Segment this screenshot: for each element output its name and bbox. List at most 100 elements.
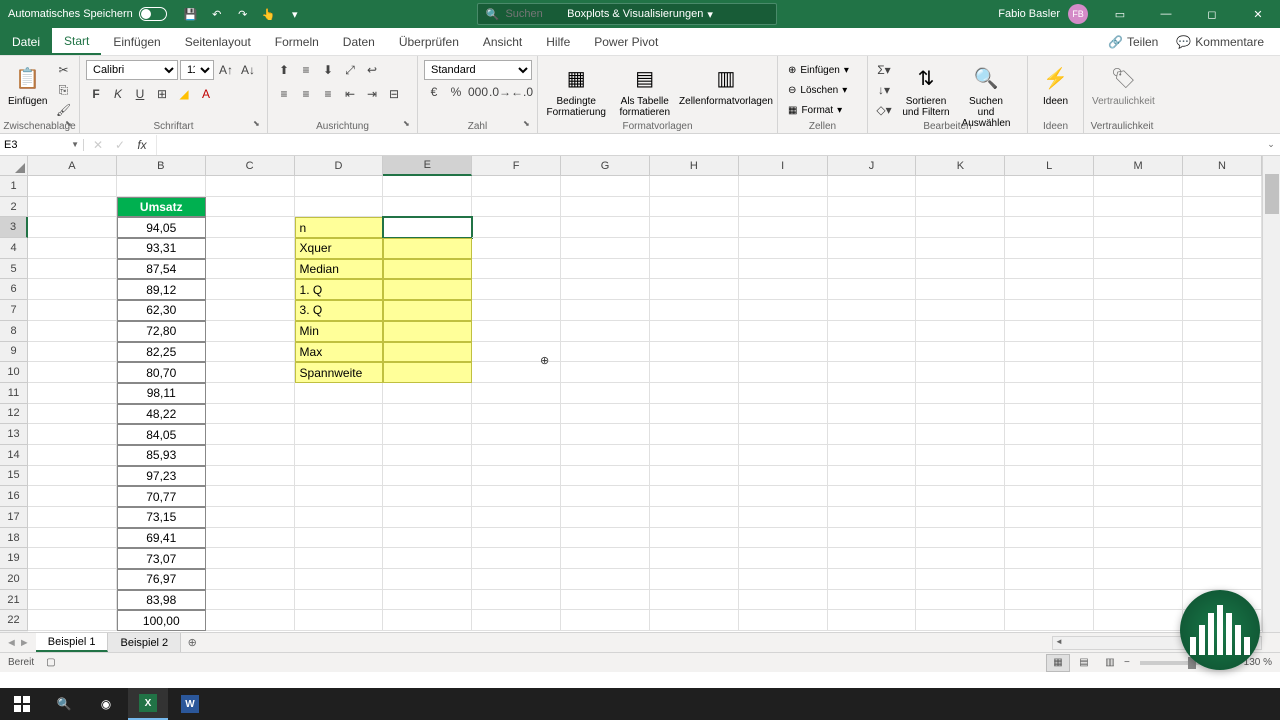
cell-I11[interactable] (739, 383, 828, 404)
cell-M3[interactable] (1094, 217, 1183, 238)
cell-C22[interactable] (206, 610, 295, 631)
cell-I4[interactable] (739, 238, 828, 259)
cell-F18[interactable] (472, 528, 561, 549)
cell-M20[interactable] (1094, 569, 1183, 590)
row-header-16[interactable]: 16 (0, 486, 28, 507)
cell-I2[interactable] (739, 197, 828, 218)
cell-J6[interactable] (828, 279, 917, 300)
add-sheet-button[interactable]: ⊕ (181, 636, 203, 649)
cell-M1[interactable] (1094, 176, 1183, 197)
cell-D15[interactable] (295, 466, 384, 487)
cell-I16[interactable] (739, 486, 828, 507)
cell-N7[interactable] (1183, 300, 1262, 321)
cell-M10[interactable] (1094, 362, 1183, 383)
cell-D10[interactable]: Spannweite (295, 362, 384, 383)
cell-B8[interactable]: 72,80 (117, 321, 206, 342)
cell-K10[interactable] (916, 362, 1005, 383)
name-box-dropdown-icon[interactable]: ▼ (71, 140, 79, 149)
cell-L18[interactable] (1005, 528, 1094, 549)
cell-J18[interactable] (828, 528, 917, 549)
cell-I14[interactable] (739, 445, 828, 466)
cell-E22[interactable] (383, 610, 472, 631)
scrollbar-thumb[interactable] (1265, 174, 1279, 214)
cell-F22[interactable] (472, 610, 561, 631)
cell-I12[interactable] (739, 404, 828, 425)
border-icon[interactable]: ⊞ (152, 84, 172, 104)
cell-A20[interactable] (28, 569, 117, 590)
cell-D8[interactable]: Min (295, 321, 384, 342)
sheet-tab-1[interactable]: Beispiel 1 (36, 633, 109, 652)
cell-G11[interactable] (561, 383, 650, 404)
macro-record-icon[interactable]: ▢ (46, 657, 55, 668)
cell-I8[interactable] (739, 321, 828, 342)
cell-H14[interactable] (650, 445, 739, 466)
col-header-H[interactable]: H (650, 156, 739, 176)
cell-C20[interactable] (206, 569, 295, 590)
cell-J9[interactable] (828, 342, 917, 363)
cell-D6[interactable]: 1. Q (295, 279, 384, 300)
cell-D22[interactable] (295, 610, 384, 631)
col-header-F[interactable]: F (472, 156, 561, 176)
cell-D9[interactable]: Max (295, 342, 384, 363)
col-header-M[interactable]: M (1094, 156, 1183, 176)
row-header-20[interactable]: 20 (0, 569, 28, 590)
comma-icon[interactable]: 000 (468, 82, 488, 102)
cell-C9[interactable] (206, 342, 295, 363)
cell-I3[interactable] (739, 217, 828, 238)
cell-H16[interactable] (650, 486, 739, 507)
cell-C3[interactable] (206, 217, 295, 238)
taskbar-search-icon[interactable]: 🔍 (44, 688, 84, 720)
align-center-icon[interactable]: ≡ (296, 84, 316, 104)
row-header-21[interactable]: 21 (0, 590, 28, 611)
cell-M16[interactable] (1094, 486, 1183, 507)
row-header-5[interactable]: 5 (0, 259, 28, 280)
cell-I22[interactable] (739, 610, 828, 631)
cell-G15[interactable] (561, 466, 650, 487)
cell-N1[interactable] (1183, 176, 1262, 197)
ribbon-options-icon[interactable]: ▭ (1098, 0, 1142, 28)
cell-C19[interactable] (206, 548, 295, 569)
cell-N8[interactable] (1183, 321, 1262, 342)
row-header-4[interactable]: 4 (0, 238, 28, 259)
cell-D16[interactable] (295, 486, 384, 507)
cell-F21[interactable] (472, 590, 561, 611)
cell-K11[interactable] (916, 383, 1005, 404)
cell-C11[interactable] (206, 383, 295, 404)
cell-A11[interactable] (28, 383, 117, 404)
cell-D14[interactable] (295, 445, 384, 466)
cell-C16[interactable] (206, 486, 295, 507)
cell-M4[interactable] (1094, 238, 1183, 259)
cell-H8[interactable] (650, 321, 739, 342)
cell-F13[interactable] (472, 424, 561, 445)
italic-icon[interactable]: K (108, 84, 128, 104)
cell-N16[interactable] (1183, 486, 1262, 507)
page-layout-view-icon[interactable]: ▤ (1072, 654, 1096, 672)
tab-review[interactable]: Überprüfen (387, 28, 471, 55)
cell-E11[interactable] (383, 383, 472, 404)
cell-F16[interactable] (472, 486, 561, 507)
cell-N13[interactable] (1183, 424, 1262, 445)
cell-N17[interactable] (1183, 507, 1262, 528)
cell-B20[interactable]: 76,97 (117, 569, 206, 590)
maximize-icon[interactable]: ◻ (1190, 0, 1234, 28)
cell-F2[interactable] (472, 197, 561, 218)
row-header-10[interactable]: 10 (0, 362, 28, 383)
sensitivity-button[interactable]: 🏷 Vertraulichkeit (1090, 60, 1157, 109)
row-header-13[interactable]: 13 (0, 424, 28, 445)
cell-J17[interactable] (828, 507, 917, 528)
row-header-11[interactable]: 11 (0, 383, 28, 404)
cell-J3[interactable] (828, 217, 917, 238)
cell-M15[interactable] (1094, 466, 1183, 487)
cell-M6[interactable] (1094, 279, 1183, 300)
normal-view-icon[interactable]: ▦ (1046, 654, 1070, 672)
cell-H18[interactable] (650, 528, 739, 549)
cell-C7[interactable] (206, 300, 295, 321)
cell-L11[interactable] (1005, 383, 1094, 404)
cell-J16[interactable] (828, 486, 917, 507)
tab-formulas[interactable]: Formeln (263, 28, 331, 55)
row-header-9[interactable]: 9 (0, 342, 28, 363)
cell-L9[interactable] (1005, 342, 1094, 363)
cell-K22[interactable] (916, 610, 1005, 631)
cell-F4[interactable] (472, 238, 561, 259)
cell-C6[interactable] (206, 279, 295, 300)
